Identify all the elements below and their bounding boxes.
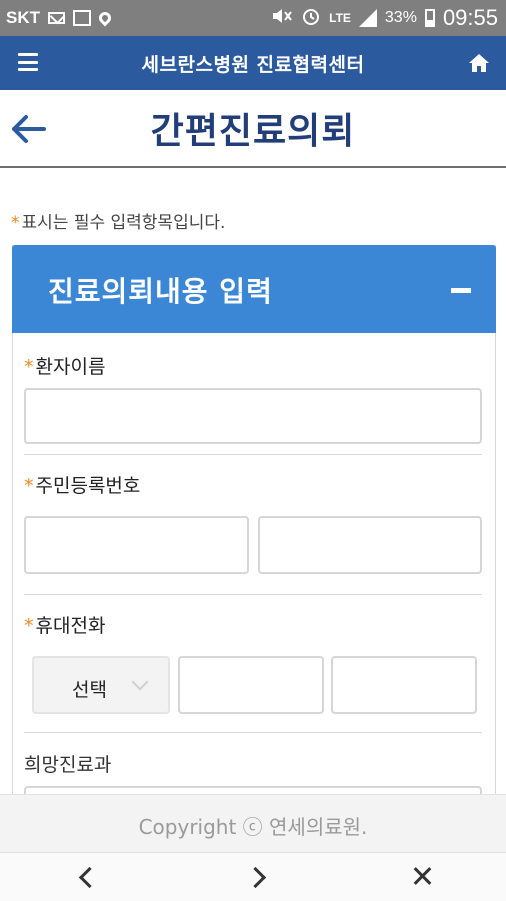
required-star: * (11, 213, 20, 233)
battery-percent: 33% (384, 9, 417, 26)
resident-number-label: * 주민등록번호 (24, 475, 141, 497)
browser-nav-bar (0, 852, 506, 901)
back-chevron-icon[interactable] (58, 853, 118, 901)
network-label: LTE (329, 11, 351, 25)
header-title: 세브란스병원 진료협력센터 (141, 53, 365, 76)
minus-icon[interactable] (451, 288, 471, 293)
patient-name-input[interactable] (24, 388, 482, 444)
required-note: * 표시는 필수 입력항목입니다. (11, 208, 225, 233)
alarm-icon (301, 6, 321, 31)
footer: Copyright ⓒ 연세의료원. (0, 794, 506, 853)
required-star: * (24, 615, 34, 637)
app-header: 세브란스병원 진료협력센터 (0, 36, 506, 90)
hamburger-menu-icon[interactable] (18, 53, 38, 71)
mail-icon (48, 12, 65, 24)
chevron-down-icon (131, 673, 149, 691)
home-icon[interactable] (468, 52, 490, 74)
page-header: 간편진료의뢰 (0, 90, 506, 168)
required-star: * (24, 356, 34, 378)
location-icon (96, 9, 114, 27)
mobile-label: * 휴대전화 (24, 615, 106, 637)
department-label: 희망진료과 (24, 754, 112, 776)
image-icon (73, 10, 91, 26)
clock: 09:55 (442, 5, 498, 30)
resident-number-front-input[interactable] (24, 516, 249, 574)
battery-icon (424, 9, 435, 27)
patient-name-label: * 환자이름 (24, 356, 106, 378)
select-value: 선택 (72, 679, 107, 701)
resident-number-back-input[interactable] (258, 516, 482, 574)
divider (24, 454, 482, 455)
divider (24, 732, 482, 733)
mobile-last-input[interactable] (331, 656, 477, 714)
panel-title: 진료의뢰내용 입력 (48, 275, 273, 308)
forward-chevron-icon[interactable] (228, 853, 288, 901)
divider (24, 594, 482, 595)
page-title: 간편진료의뢰 (150, 111, 356, 152)
copyright-text: Copyright ⓒ 연세의료원. (138, 815, 368, 839)
required-star: * (24, 475, 34, 497)
panel-header[interactable]: 진료의뢰내용 입력 (12, 245, 496, 333)
carrier-label: SKT (6, 8, 40, 27)
status-bar: SKT LTE 33% 09:55 (0, 0, 506, 36)
mobile-prefix-select[interactable]: 선택 (32, 656, 170, 714)
close-icon[interactable] (393, 853, 453, 901)
mute-icon (271, 7, 293, 30)
mobile-middle-input[interactable] (178, 656, 324, 714)
signal-icon (358, 9, 377, 27)
required-note-text: 표시는 필수 입력항목입니다. (21, 213, 226, 233)
